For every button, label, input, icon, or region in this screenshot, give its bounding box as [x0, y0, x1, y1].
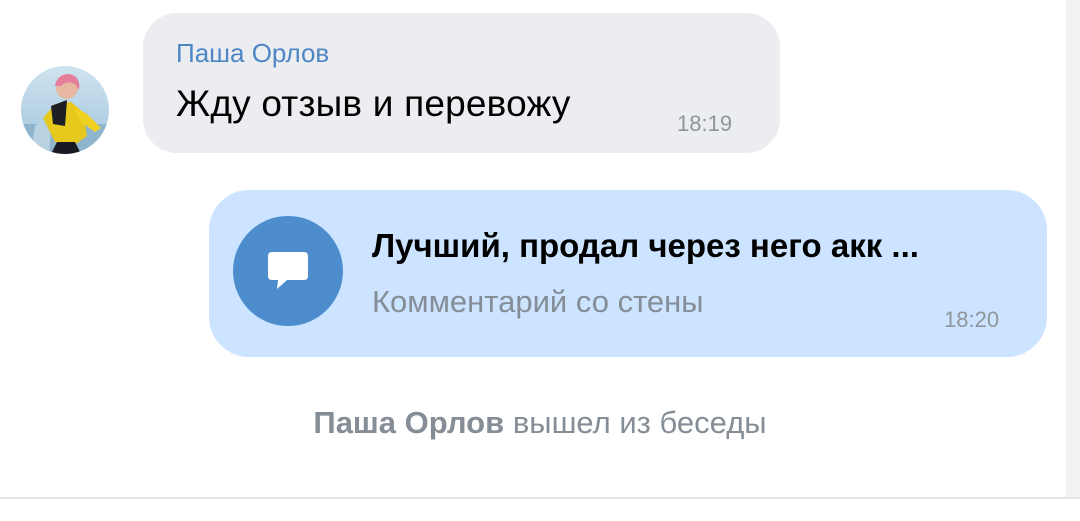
wall-comment-attachment[interactable]	[233, 216, 343, 326]
attachment-title[interactable]: Лучший, продал через него акк ...	[372, 227, 919, 265]
comment-bubble-icon	[268, 252, 308, 289]
outgoing-message-bubble[interactable]: Лучший, продал через него акк ... Коммен…	[209, 190, 1047, 357]
message-time: 18:20	[944, 307, 1000, 332]
scroll-gutter	[1066, 0, 1080, 497]
message-time: 18:19	[677, 111, 733, 136]
service-message: Паша Орлов вышел из беседы	[0, 405, 1080, 441]
sender-avatar[interactable]	[21, 66, 109, 154]
message-text: Жду отзыв и перевожу	[176, 83, 571, 124]
chat-history: Паша Орлов Жду отзыв и перевожу 18:19 Лу…	[0, 0, 1066, 497]
service-message-user[interactable]: Паша Орлов	[313, 405, 504, 440]
composer-area	[0, 499, 1080, 521]
sender-name[interactable]: Паша Орлов	[176, 38, 329, 69]
service-message-action: вышел из беседы	[512, 405, 767, 440]
attachment-subtitle: Комментарий со стены	[372, 284, 704, 319]
avatar-image	[21, 66, 109, 154]
incoming-message-bubble[interactable]: Паша Орлов Жду отзыв и перевожу 18:19	[143, 13, 780, 153]
